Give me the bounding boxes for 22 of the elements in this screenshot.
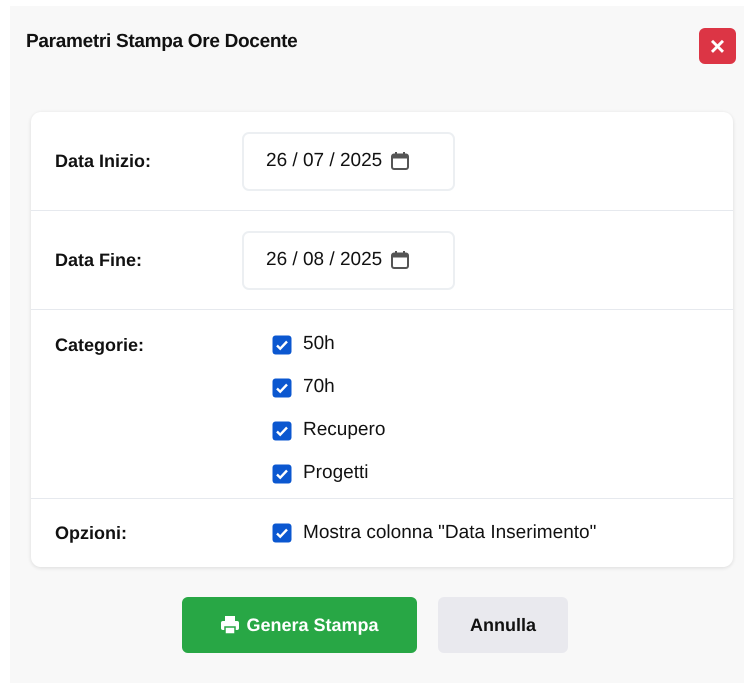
checkbox[interactable] xyxy=(272,420,292,440)
checkbox[interactable] xyxy=(272,334,292,354)
checkbox-label: 50h xyxy=(303,332,335,356)
printer-icon xyxy=(220,615,240,635)
checkbox-label: 70h xyxy=(303,375,335,400)
date-field[interactable]: 26 / 08 / 2025 xyxy=(242,230,455,290)
checkbox-label: Progetti xyxy=(303,461,368,486)
date-field[interactable]: 26 / 07 / 2025 xyxy=(242,132,455,190)
calendar-icon[interactable] xyxy=(390,250,410,270)
field-label: Opzioni: xyxy=(54,522,128,545)
dialog-title: Parametri Stampa Ore Docente xyxy=(26,30,298,54)
checkbox[interactable] xyxy=(272,378,292,398)
checkbox-label: Recupero xyxy=(303,418,386,442)
checkbox[interactable] xyxy=(272,464,292,484)
field-label: Data Fine: xyxy=(54,248,144,272)
field-label: Categorie: xyxy=(54,334,146,357)
calendar-icon[interactable] xyxy=(390,151,410,171)
field-label: Data Inizio: xyxy=(54,150,152,172)
checkbox-label: Mostra colonna "Data Inserimento" xyxy=(303,520,596,545)
checkbox[interactable] xyxy=(272,523,292,543)
cancel-button[interactable]: Annulla xyxy=(438,597,568,653)
close-button[interactable]: × xyxy=(699,28,736,64)
